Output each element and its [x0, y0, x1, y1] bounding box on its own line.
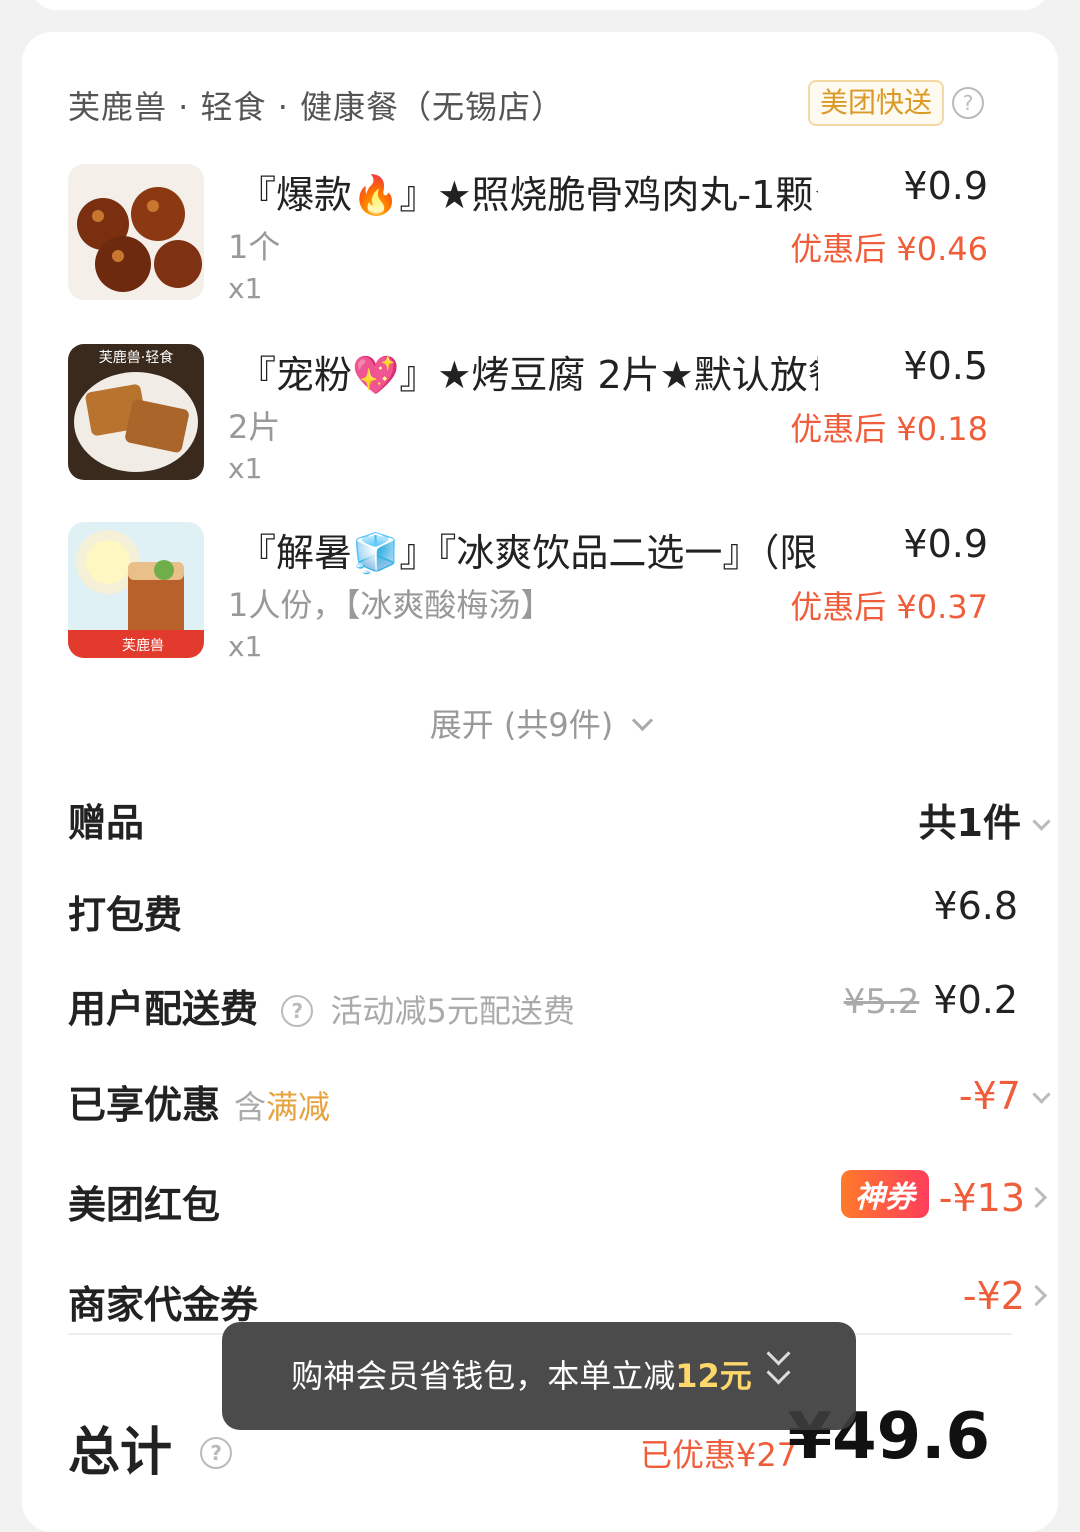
- packing-fee-label: 打包费: [68, 893, 183, 937]
- toast-text: 购神会员省钱包，本单立减: [291, 1357, 676, 1395]
- discount-note-prefix: 含: [234, 1088, 267, 1126]
- help-icon[interactable]: ?: [200, 1437, 233, 1469]
- delivery-fee-label: 用户配送费: [68, 987, 259, 1031]
- expand-label: 展开 (共9件): [429, 706, 614, 744]
- store-name[interactable]: 芙鹿兽 · 轻食 · 健康餐（无锡店）: [68, 82, 564, 128]
- delivery-fee-row: 用户配送费 ? 活动减5元配送费 ¥5.2 ¥0.2: [68, 978, 1018, 1038]
- enjoyed-discount-label: 已享优惠: [68, 1083, 221, 1127]
- item-price: ¥0.5: [903, 344, 988, 388]
- enjoyed-discount-value: -¥7: [958, 1074, 1021, 1118]
- item-discount-price: 优惠后 ¥0.18: [790, 410, 988, 448]
- item-name: 『宠粉💖』★烤豆腐 2片★默认放餐里: [238, 353, 818, 397]
- toast-highlight: 12元: [675, 1357, 752, 1395]
- merchant-voucher-label: 商家代金券: [68, 1283, 259, 1327]
- coupon-badge: 神券: [840, 1170, 929, 1218]
- merchant-voucher-value: -¥2: [962, 1274, 1025, 1318]
- item-discount-price: 优惠后 ¥0.37: [790, 588, 988, 626]
- chevron-down-icon: [1032, 812, 1051, 831]
- gift-value: 共1件: [918, 801, 1021, 845]
- item-name: 『爆款🔥』★照烧脆骨鸡肉丸-1颗★...: [238, 173, 818, 217]
- member-promo-toast[interactable]: 购神会员省钱包，本单立减12元: [222, 1322, 856, 1430]
- item-quantity: x1: [228, 630, 263, 663]
- enjoyed-discount-row[interactable]: 已享优惠 含满减 -¥7: [68, 1074, 1051, 1134]
- double-chevron-down-icon: [766, 1341, 791, 1385]
- delivery-tag: 美团快送: [807, 80, 944, 126]
- item-quantity: x1: [228, 272, 263, 305]
- svg-text:芙鹿兽·轻食: 芙鹿兽·轻食: [99, 349, 173, 366]
- packing-fee-row: 打包费 ¥6.8: [68, 884, 1018, 944]
- item-spec: 1人份，【冰爽酸梅汤】: [228, 586, 553, 624]
- list-item[interactable]: 芙鹿兽 『解暑🧊』『冰爽饮品二选一』（限... ¥0.9 1人份，【冰爽酸梅汤】…: [68, 522, 988, 672]
- gift-row[interactable]: 赠品 共1件: [68, 792, 1051, 852]
- help-icon[interactable]: ?: [952, 87, 984, 119]
- gift-label: 赠品: [68, 801, 145, 845]
- item-spec: 2片: [228, 408, 281, 446]
- item-spec: 1个: [228, 228, 281, 266]
- item-discount-price: 优惠后 ¥0.46: [790, 230, 988, 268]
- tofu-thumb: 芙鹿兽·轻食: [68, 344, 204, 480]
- red-packet-label: 美团红包: [68, 1183, 221, 1227]
- list-item[interactable]: 芙鹿兽·轻食 『宠粉💖』★烤豆腐 2片★默认放餐里 ¥0.5 2片 优惠后 ¥0…: [68, 344, 988, 494]
- store-header: 芙鹿兽 · 轻食 · 健康餐（无锡店） 美团快送 ?: [68, 80, 1018, 128]
- red-packet-row[interactable]: 美团红包 神券 -¥13: [68, 1170, 1048, 1234]
- meatball-thumb: [68, 164, 204, 300]
- chevron-down-icon: [1032, 1085, 1051, 1104]
- expand-items-button[interactable]: 展开 (共9件): [22, 700, 1058, 746]
- previous-card: [30, 0, 1050, 10]
- red-packet-value: -¥13: [938, 1176, 1025, 1220]
- chevron-right-icon: [1025, 1284, 1048, 1307]
- item-price: ¥0.9: [903, 522, 988, 566]
- item-quantity: x1: [228, 452, 263, 485]
- chevron-right-icon: [1025, 1186, 1048, 1209]
- delivery-fee-note: 活动减5元配送费: [330, 992, 575, 1030]
- packing-fee-value: ¥6.8: [933, 884, 1018, 928]
- item-name: 『解暑🧊』『冰爽饮品二选一』（限...: [238, 531, 818, 575]
- item-price: ¥0.9: [903, 164, 988, 208]
- total-saved: 已优惠¥27: [640, 1436, 798, 1474]
- svg-text:芙鹿兽: 芙鹿兽: [122, 637, 164, 654]
- discount-note-highlight: 满减: [266, 1088, 331, 1126]
- drink-thumb: 芙鹿兽: [68, 522, 204, 658]
- total-label: 总计: [68, 1423, 173, 1483]
- chevron-down-icon: [632, 709, 654, 732]
- delivery-fee-value: ¥0.2: [933, 978, 1018, 1022]
- original-delivery-fee: ¥5.2: [843, 982, 920, 1022]
- help-icon[interactable]: ?: [281, 995, 314, 1027]
- order-card: 芙鹿兽 · 轻食 · 健康餐（无锡店） 美团快送 ? 『爆款🔥』★照烧脆骨鸡肉丸…: [22, 32, 1058, 1532]
- list-item[interactable]: 『爆款🔥』★照烧脆骨鸡肉丸-1颗★... ¥0.9 1个 优惠后 ¥0.46 x…: [68, 164, 988, 314]
